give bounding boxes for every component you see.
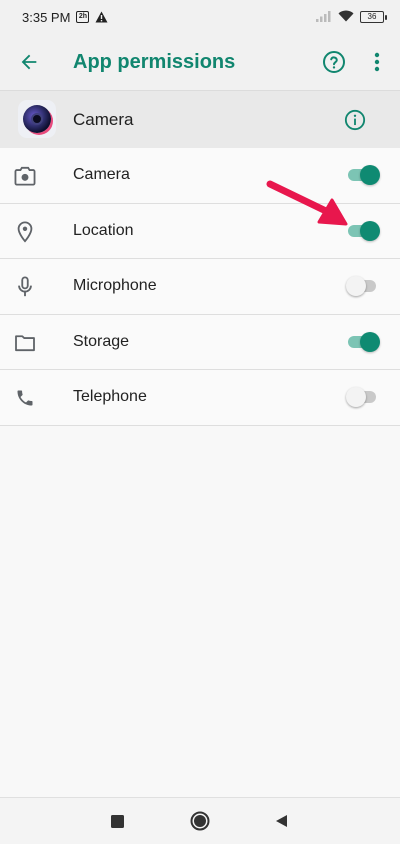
status-right: 36: [316, 10, 387, 25]
permission-label: Location: [73, 221, 134, 239]
warning-icon: [95, 11, 108, 23]
app-header: Camera: [0, 90, 400, 148]
status-left: 3:35 PM 2h: [22, 10, 108, 25]
app-notification-icon: 2h: [76, 11, 90, 23]
signal-icon: [316, 10, 332, 25]
home-button[interactable]: [189, 810, 211, 832]
more-options-button[interactable]: [364, 46, 390, 78]
wifi-icon: [338, 10, 354, 25]
location-pin-icon: [12, 219, 38, 245]
permission-row-telephone[interactable]: Telephone: [0, 370, 400, 426]
help-button[interactable]: [318, 46, 350, 78]
permission-row-microphone[interactable]: Microphone: [0, 259, 400, 315]
square-icon: [110, 814, 124, 828]
microphone-icon: [12, 274, 38, 300]
battery-icon: 36: [360, 11, 387, 23]
system-nav-bar: [0, 797, 400, 844]
help-circle-icon: [323, 51, 345, 73]
app-name: Camera: [73, 110, 134, 129]
folder-icon: [12, 330, 38, 356]
permission-label: Microphone: [73, 277, 157, 294]
page-title: App permissions: [73, 50, 236, 73]
permission-label: Storage: [73, 332, 130, 350]
app-bar: App permissions: [0, 34, 400, 90]
storage-permission-toggle[interactable]: [346, 331, 380, 352]
info-icon: [344, 109, 366, 131]
phone-icon: [12, 385, 38, 411]
more-vertical-icon: [374, 52, 380, 72]
permission-label: Telephone: [73, 388, 147, 405]
permission-label: Camera: [73, 166, 130, 183]
lens-icon: [23, 105, 51, 133]
permission-row-storage[interactable]: Storage: [0, 314, 400, 370]
triangle-back-icon: [276, 815, 287, 827]
system-back-button[interactable]: [270, 810, 292, 832]
camera-app-icon: [18, 100, 56, 138]
recent-apps-button[interactable]: [106, 810, 128, 832]
app-info-button[interactable]: [341, 106, 369, 134]
status-bar: 3:35 PM 2h 36: [0, 0, 400, 34]
back-button[interactable]: [0, 34, 58, 90]
microphone-permission-toggle[interactable]: [346, 276, 378, 296]
annotation-arrow-icon: [266, 180, 348, 226]
arrow-left-icon: [21, 54, 37, 70]
status-time: 3:35 PM: [22, 9, 71, 25]
circle-icon: [190, 811, 210, 831]
camera-icon: [12, 163, 38, 189]
telephone-permission-toggle[interactable]: [346, 387, 378, 407]
